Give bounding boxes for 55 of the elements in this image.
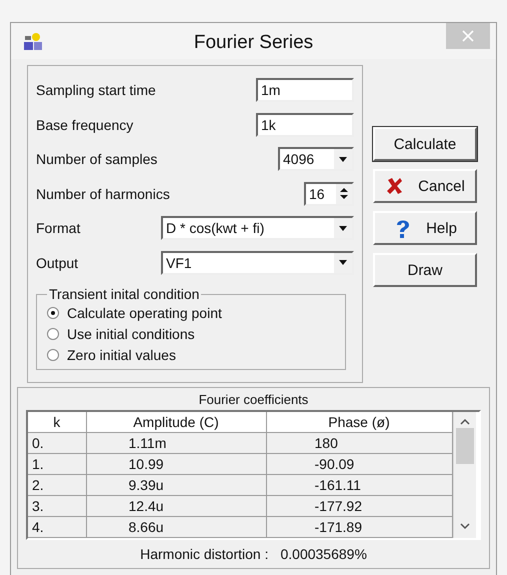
radio-button[interactable]	[47, 348, 59, 360]
distortion-value: 0.00035689%	[280, 546, 367, 562]
table-cell: -90.09	[266, 454, 452, 474]
table-cell: 0.	[28, 432, 86, 454]
dropdown[interactable]: D * cos(kwt + fi)	[161, 216, 354, 240]
table-cell: 1.	[28, 454, 86, 474]
field-label: Output	[36, 254, 78, 271]
help-button[interactable]: Help	[373, 211, 477, 245]
radio-label[interactable]: Calculate operating point	[67, 304, 222, 320]
column-header: Phase (ø)	[266, 412, 452, 432]
table-cell: 12.4u	[86, 496, 266, 516]
dropdown[interactable]: 4096	[278, 147, 354, 172]
field-label: Sampling start time	[36, 82, 156, 98]
caret-icon[interactable]	[339, 260, 347, 266]
radio-label[interactable]: Use initial conditions	[67, 326, 195, 342]
input-field[interactable]: 1k	[256, 112, 354, 137]
field-label: Number of samples	[36, 151, 158, 168]
window-title: Fourier Series	[194, 32, 314, 54]
radio-button[interactable]	[47, 306, 59, 318]
radio-button[interactable]	[47, 328, 59, 340]
app-icon	[23, 32, 43, 50]
scroll-down-icon[interactable]	[460, 522, 470, 530]
table-cell: 2.	[28, 474, 86, 496]
cancel-button[interactable]: Cancel	[373, 169, 477, 203]
section-title: Fourier coefficients	[198, 392, 310, 407]
table-cell: -177.92	[266, 496, 452, 516]
field-label: Number of harmonics	[36, 186, 170, 202]
table-cell: 4.	[28, 516, 86, 538]
field-label: Format	[36, 220, 80, 236]
table-cell: -161.11	[266, 474, 452, 496]
field-label: Base frequency	[36, 116, 134, 133]
distortion-label: Harmonic distortion :	[140, 546, 268, 562]
column-header: k	[28, 412, 86, 432]
dropdown[interactable]: VF1	[161, 250, 354, 275]
table-cell: 9.39u	[86, 474, 266, 496]
scroll-up-icon[interactable]	[460, 418, 470, 426]
scroll-bar[interactable]	[452, 412, 476, 538]
table-cell: 3.	[28, 496, 86, 516]
input-field[interactable]: 1m	[256, 78, 354, 102]
table-cell: -171.89	[266, 516, 452, 538]
scroll-thumb[interactable]	[456, 428, 474, 464]
radio-label[interactable]: Zero initial values	[67, 346, 176, 362]
table-cell: 1.11m	[86, 432, 266, 454]
table-cell: 10.99	[86, 454, 266, 474]
cross-icon	[385, 176, 404, 196]
draw-button[interactable]: Draw	[373, 253, 477, 287]
spin-arrows-icon[interactable]	[339, 187, 349, 200]
table-cell: 8.66u	[86, 516, 266, 538]
group-title: Transient inital condition	[48, 286, 200, 302]
spinner-field[interactable]: 16	[304, 182, 354, 206]
column-header: Amplitude (C)	[86, 412, 266, 432]
table-cell: 180	[266, 432, 452, 454]
caret-icon[interactable]	[339, 226, 347, 231]
calculate-button[interactable]: Calculate	[373, 127, 477, 161]
caret-icon[interactable]	[339, 156, 347, 162]
